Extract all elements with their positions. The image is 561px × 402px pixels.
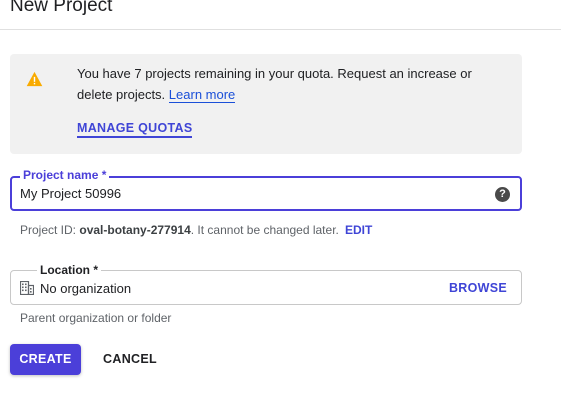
quota-message: You have 7 projects remaining in your qu… xyxy=(77,63,507,105)
project-name-label: Project name * xyxy=(20,167,110,183)
project-name-field[interactable]: Project name * ? xyxy=(10,167,522,211)
project-id-suffix: . It cannot be changed later. xyxy=(190,223,339,237)
location-label: Location * xyxy=(37,262,102,278)
edit-project-id-button[interactable]: EDIT xyxy=(345,223,372,237)
building-icon xyxy=(20,281,34,295)
cancel-button[interactable]: CANCEL xyxy=(97,344,163,375)
project-id-prefix: Project ID: xyxy=(20,223,80,237)
project-id-info: Project ID: oval-botany-277914. It canno… xyxy=(20,223,339,237)
create-button[interactable]: CREATE xyxy=(10,344,81,375)
project-id-value: oval-botany-277914 xyxy=(79,223,191,237)
help-icon[interactable]: ? xyxy=(495,187,510,202)
page-title: New Project xyxy=(10,0,113,16)
quota-message-text: You have 7 projects remaining in your qu… xyxy=(77,66,472,102)
location-helper-text: Parent organization or folder xyxy=(20,311,172,325)
location-field[interactable]: Location * No organization BROWSE xyxy=(10,262,522,305)
project-name-input[interactable] xyxy=(20,186,490,201)
location-value: No organization xyxy=(40,281,132,296)
title-divider xyxy=(0,29,561,30)
warning-icon xyxy=(26,71,43,87)
browse-button[interactable]: BROWSE xyxy=(449,281,507,295)
learn-more-link[interactable]: Learn more xyxy=(168,87,236,103)
manage-quotas-link[interactable]: MANAGE QUOTAS xyxy=(77,121,193,138)
